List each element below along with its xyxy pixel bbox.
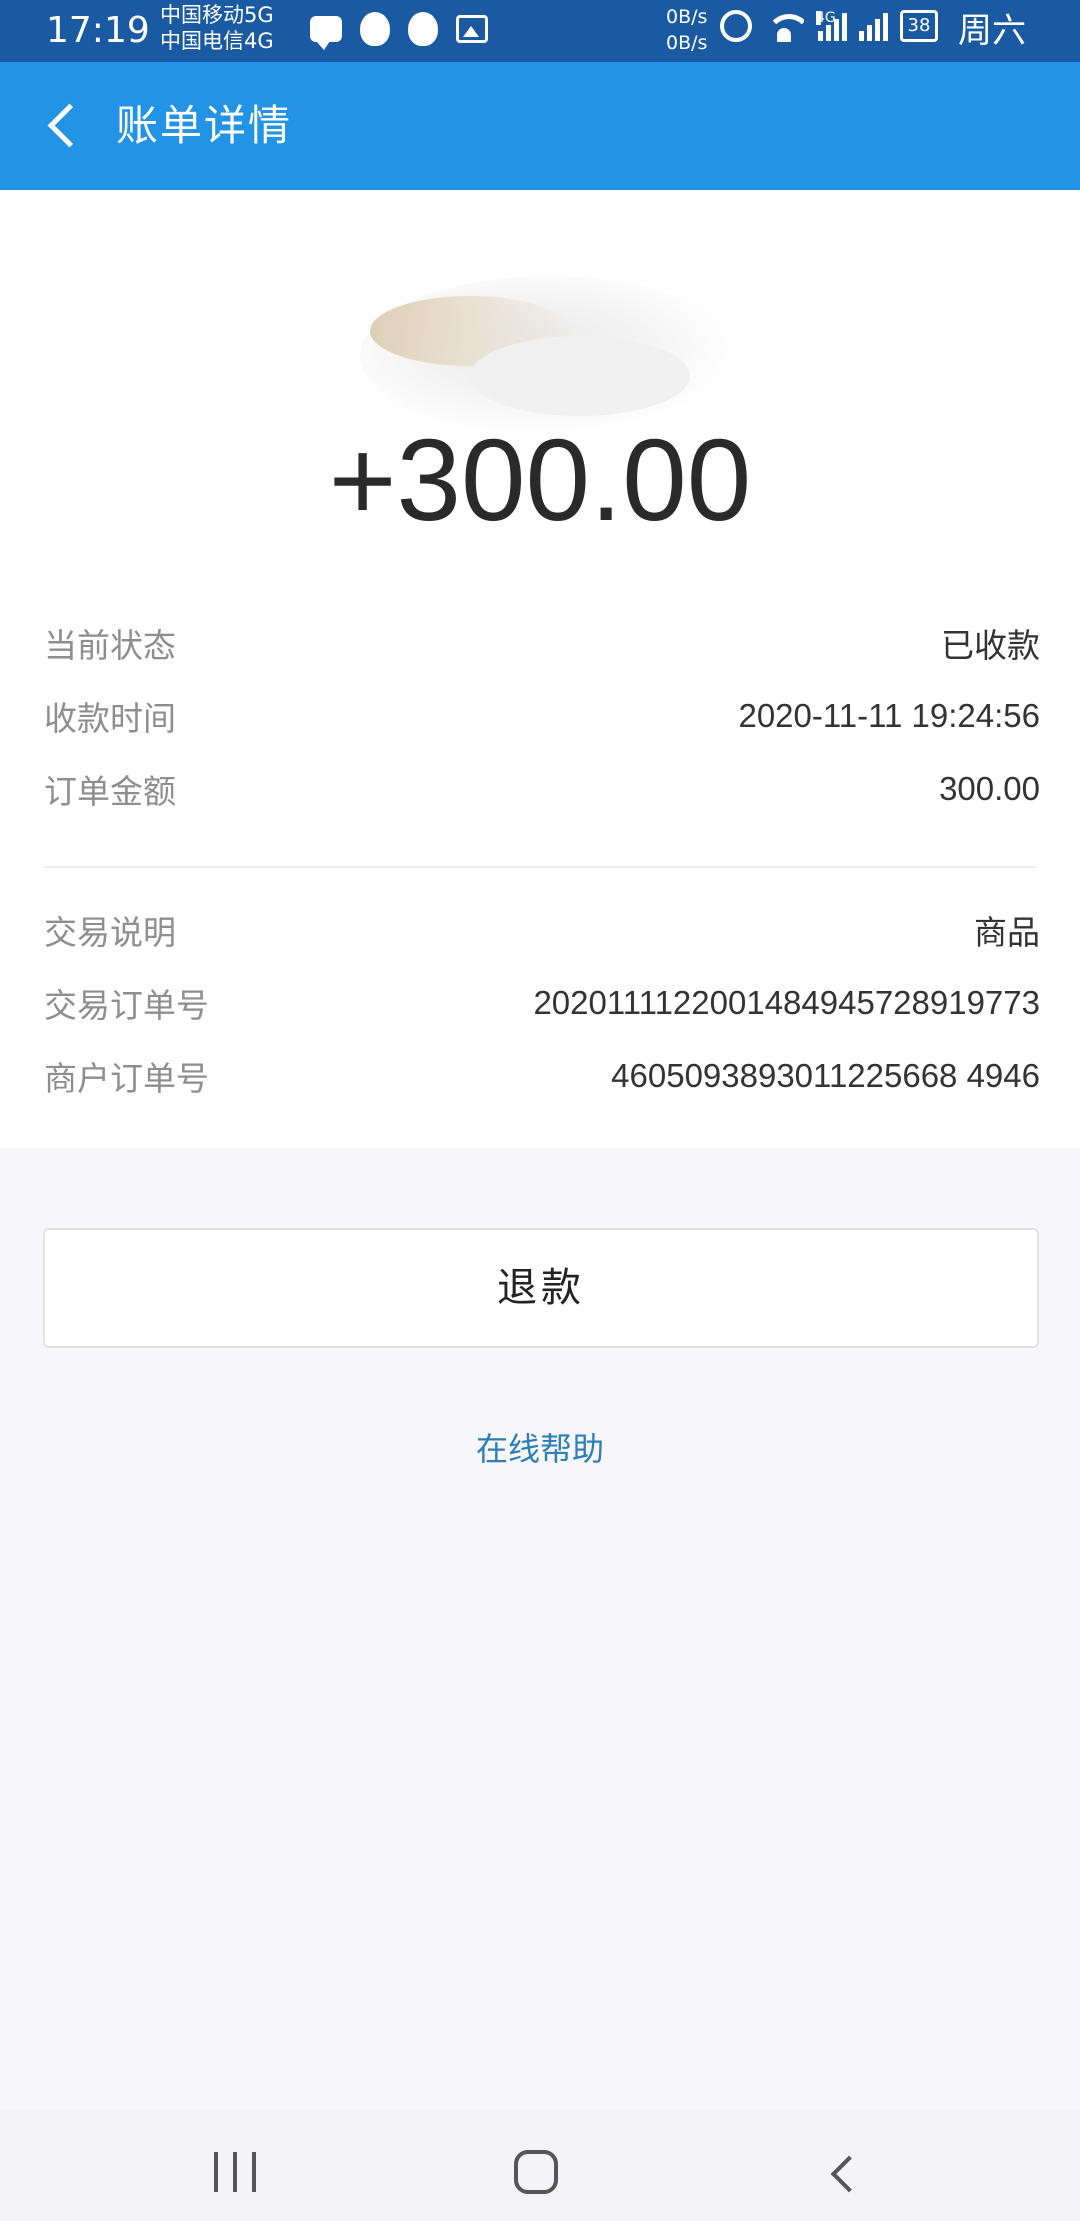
detail-label: 交易订单号 [44, 986, 209, 1025]
detail-value: 已收款 [941, 627, 1040, 664]
notification-icons [310, 12, 488, 50]
detail-row-description: 交易说明 商品 [44, 905, 1040, 955]
battery-icon: 38 [900, 10, 938, 42]
app-bar: 账单详情 [0, 62, 1080, 190]
carrier-2: 中国电信4G [160, 29, 274, 53]
network-tag: 4G [816, 10, 836, 26]
page-title: 账单详情 [116, 101, 293, 150]
detail-row-merchant-id: 商户订单号 4605093893011225668 4946 [44, 1051, 1040, 1101]
status-time: 17:19 [46, 10, 150, 51]
status-weekday: 周六 [958, 11, 1026, 51]
detail-value: 300.00 [939, 770, 1040, 807]
qq-icon [408, 12, 438, 46]
recents-icon[interactable] [214, 2152, 256, 2192]
detail-value: 4605093893011225668 4946 [611, 1057, 1040, 1094]
detail-value: 2020-11-11 19:24:56 [738, 697, 1040, 734]
online-help-link[interactable]: 在线帮助 [0, 1424, 1080, 1474]
detail-value: 2020111122001484945728919773 [533, 984, 1040, 1021]
chevron-left-icon[interactable] [42, 104, 82, 148]
carrier-1: 中国移动5G [160, 3, 274, 27]
system-nav-bar [0, 2110, 1080, 2221]
alarm-icon [720, 10, 752, 42]
detail-label: 交易说明 [44, 913, 176, 952]
message-icon [310, 16, 342, 50]
detail-row-transaction-id: 交易订单号 2020111122001484945728919773 [44, 978, 1040, 1028]
signal-icon: 4G [816, 11, 847, 41]
detail-label: 订单金额 [44, 772, 176, 811]
back-icon[interactable] [826, 2154, 858, 2194]
detail-row-time: 收款时间 2020-11-11 19:24:56 [44, 691, 1040, 741]
detail-label: 商户订单号 [44, 1059, 209, 1098]
detail-row-amount: 订单金额 300.00 [44, 764, 1040, 814]
refund-button[interactable]: 退款 [43, 1228, 1039, 1348]
network-speed: 0B/s 0B/s [666, 4, 707, 56]
signal-icon [859, 11, 888, 41]
detail-label: 收款时间 [44, 699, 176, 738]
home-icon[interactable] [514, 2150, 558, 2194]
carrier-info: 中国移动5G 中国电信4G [160, 2, 274, 54]
section-divider [44, 866, 1036, 868]
net-down: 0B/s [666, 32, 708, 54]
image-icon [456, 15, 488, 43]
detail-label: 当前状态 [44, 626, 176, 665]
wifi-icon [764, 10, 804, 42]
bill-amount: +300.00 [328, 415, 752, 545]
detail-row-status: 当前状态 已收款 [44, 618, 1040, 668]
status-bar: 17:19 中国移动5G 中国电信4G 0B/s 0B/s 4G 38 周六 [0, 0, 1080, 62]
system-icons: 4G 38 [720, 10, 938, 42]
net-up: 0B/s [666, 6, 708, 28]
detail-value: 商品 [974, 914, 1040, 951]
qq-icon [360, 12, 390, 46]
bill-detail-card: +300.00 当前状态 已收款 收款时间 2020-11-11 19:24:5… [0, 190, 1080, 1148]
